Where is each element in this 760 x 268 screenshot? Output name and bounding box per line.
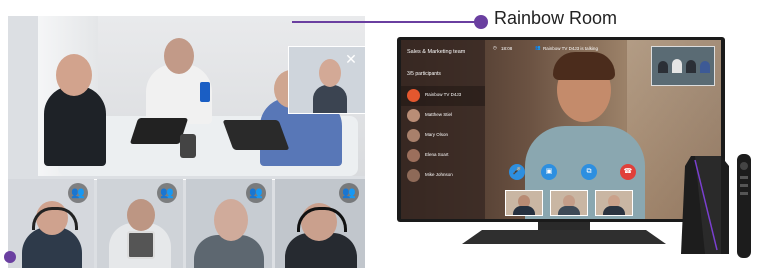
avatar — [407, 169, 420, 182]
speaker-icon: 👥 — [535, 45, 541, 50]
avatar — [407, 129, 420, 142]
participant-row[interactable]: Elena Soart — [401, 146, 485, 166]
participants-panel: Sales & Marketing team 3/5 participants … — [401, 40, 485, 219]
participant-count: 3/5 participants — [407, 71, 441, 77]
add-people-icon[interactable]: 👥 — [339, 183, 359, 203]
video-conference-view: ✕ 👥 👥 👥 👥 — [8, 16, 365, 268]
callout-label: Rainbow Room — [494, 8, 618, 28]
tv-avatar-icon — [407, 89, 420, 102]
clock-icon: ◷ — [493, 45, 497, 50]
camera-icon[interactable]: ▣ — [541, 164, 557, 180]
participant-tile[interactable]: 👥 — [97, 179, 183, 268]
add-people-icon[interactable]: 👥 — [246, 183, 266, 203]
participant-tile[interactable]: 👥 — [8, 179, 94, 268]
callout-dot-corner — [4, 251, 16, 263]
participant-thumbnail[interactable] — [550, 190, 588, 216]
tv-group-pip — [651, 46, 715, 86]
remote-control — [737, 154, 751, 258]
conversation-title: Sales & Marketing team — [407, 49, 466, 55]
speaking-status: Rainbow TV D4J3 is talking — [543, 46, 598, 51]
avatar — [407, 109, 420, 122]
self-view-pip: ✕ — [288, 46, 365, 114]
participant-row[interactable]: Mary Olson — [401, 126, 485, 146]
add-people-icon[interactable]: 👥 — [157, 183, 177, 203]
avatar — [407, 149, 420, 162]
microphone-icon[interactable]: 🎤 — [509, 164, 525, 180]
tv-screen: ◷ 18:08 👥 Rainbow TV D4J3 is talking Sal… — [401, 40, 721, 219]
streaming-box — [681, 156, 729, 254]
screen-share-icon[interactable]: ⧉ — [581, 164, 597, 180]
time-label: 18:08 — [501, 46, 513, 51]
callout-dot — [474, 15, 488, 29]
add-people-icon[interactable]: 👥 — [68, 183, 88, 203]
tv-stand-base — [462, 230, 666, 244]
participant-tile[interactable]: 👥 — [275, 179, 365, 268]
participant-row[interactable]: Rainbow TV D4J3 — [401, 86, 485, 106]
participant-tile[interactable]: 👥 — [186, 179, 272, 268]
participant-row[interactable]: Matthew Stiel — [401, 106, 485, 126]
close-icon[interactable]: ✕ — [343, 51, 359, 67]
participant-thumbnail[interactable] — [595, 190, 633, 216]
participant-row[interactable]: Mike Johnson — [401, 166, 485, 186]
callout-line — [292, 21, 480, 23]
hang-up-icon[interactable]: ☎ — [620, 164, 636, 180]
participant-thumbnail[interactable] — [505, 190, 543, 216]
